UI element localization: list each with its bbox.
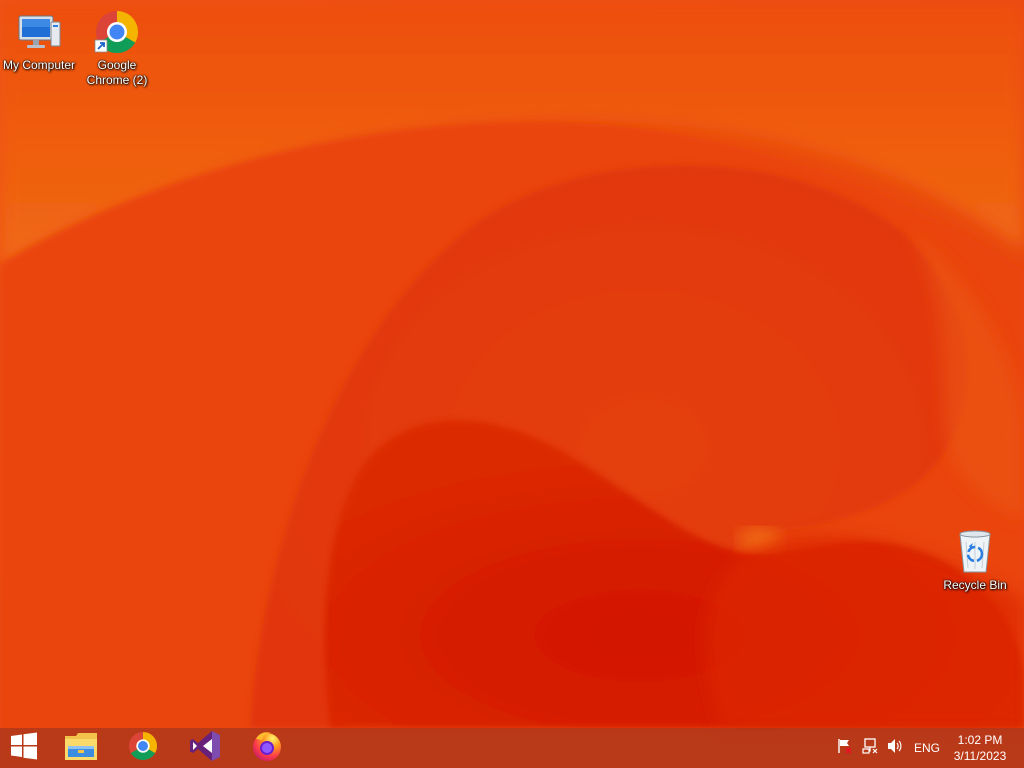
network-icon bbox=[862, 737, 878, 759]
action-center-flag-icon bbox=[837, 738, 853, 759]
chrome-icon bbox=[127, 730, 159, 767]
desktop-icon-label: Google Chrome (2) bbox=[86, 58, 148, 87]
volume-icon bbox=[887, 738, 903, 759]
start-button[interactable] bbox=[0, 728, 48, 768]
file-explorer-icon bbox=[64, 730, 98, 767]
desktop-icon-my-computer[interactable]: My Computer bbox=[1, 8, 77, 73]
tray-action-center-button[interactable] bbox=[834, 728, 856, 768]
taskbar-visual-studio-button[interactable] bbox=[175, 728, 235, 768]
taskbar: ENG 1:02 PM 3/11/2023 bbox=[0, 728, 1024, 768]
tray-clock[interactable]: 1:02 PM 3/11/2023 bbox=[948, 728, 1012, 768]
taskbar-file-explorer-button[interactable] bbox=[51, 728, 111, 768]
tray-language-indicator[interactable]: ENG bbox=[910, 728, 944, 768]
taskbar-firefox-button[interactable] bbox=[237, 728, 297, 768]
clock-time: 1:02 PM bbox=[957, 733, 1003, 747]
chrome-icon bbox=[93, 8, 141, 56]
recycle-bin-icon bbox=[951, 528, 999, 576]
windows-logo-icon bbox=[10, 732, 38, 765]
computer-icon bbox=[15, 8, 63, 56]
firefox-icon bbox=[251, 730, 283, 767]
desktop-icon-recycle-bin[interactable]: Recycle Bin bbox=[937, 528, 1013, 593]
desktop[interactable]: My Computer Google Chrome (2) Recycle Bi… bbox=[0, 0, 1024, 768]
clock-date: 3/11/2023 bbox=[953, 749, 1007, 763]
taskbar-chrome-button[interactable] bbox=[113, 728, 173, 768]
desktop-icon-label: My Computer bbox=[2, 58, 76, 72]
desktop-icon-label: Recycle Bin bbox=[943, 578, 1007, 592]
tray-network-button[interactable] bbox=[859, 728, 881, 768]
desktop-icon-google-chrome[interactable]: Google Chrome (2) bbox=[79, 8, 155, 88]
visual-studio-icon bbox=[189, 730, 221, 767]
tray-volume-button[interactable] bbox=[884, 728, 906, 768]
wallpaper bbox=[0, 0, 1024, 768]
